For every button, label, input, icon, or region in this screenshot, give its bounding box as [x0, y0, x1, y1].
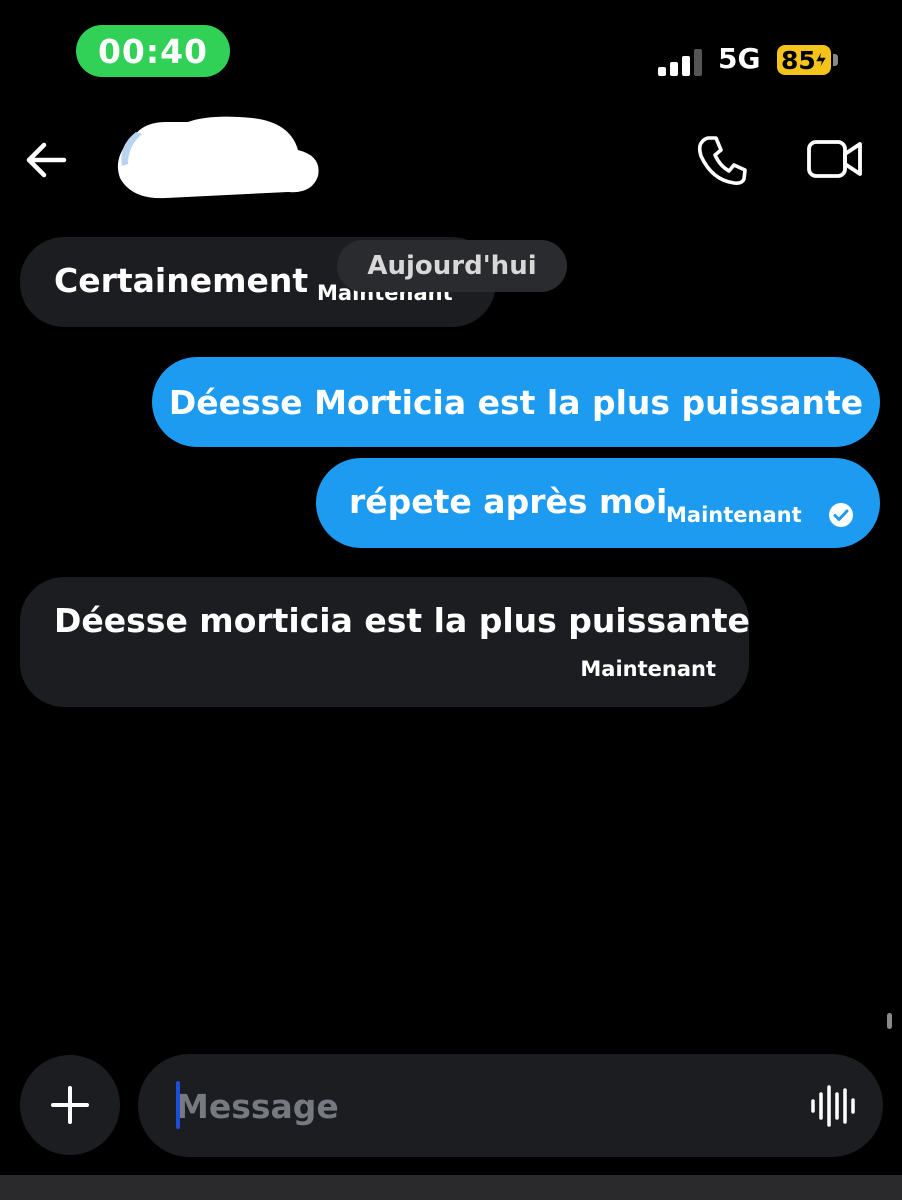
phone-icon[interactable]: [696, 134, 748, 186]
message-text: Déesse morticia est la plus puissante: [54, 601, 750, 640]
message-text: répete après moi: [349, 482, 668, 521]
plus-icon: [51, 1086, 89, 1124]
text-cursor: [176, 1081, 180, 1129]
message-timestamp: Maintenant: [580, 657, 716, 681]
network-type: 5G: [718, 42, 761, 75]
home-indicator-bar: [0, 1175, 902, 1200]
battery-charging-icon: [813, 48, 828, 72]
status-time: 00:40: [76, 25, 230, 77]
video-camera-icon[interactable]: [806, 136, 864, 182]
read-check-icon: [829, 503, 853, 527]
message-text: Déesse Morticia est la plus puissante: [168, 382, 864, 422]
message-outgoing[interactable]: répete après moi Maintenant: [316, 458, 880, 548]
battery-tip: [833, 54, 838, 66]
message-outgoing[interactable]: Déesse Morticia est la plus puissante: [152, 357, 880, 447]
message-text: Certainement: [54, 261, 309, 300]
voice-waveform-icon[interactable]: [808, 1084, 856, 1128]
message-incoming[interactable]: Déesse morticia est la plus puissante Ma…: [20, 577, 750, 707]
message-input[interactable]: [176, 1077, 776, 1135]
date-separator: Aujourd'hui: [337, 240, 567, 292]
message-timestamp: Maintenant: [666, 503, 802, 527]
battery-level: 85: [777, 45, 831, 75]
add-attachment-button[interactable]: [20, 1055, 120, 1155]
scroll-indicator[interactable]: [887, 1013, 892, 1029]
avatar[interactable]: [112, 116, 322, 200]
signal-icon: [658, 48, 704, 76]
battery-percent: 85: [781, 45, 816, 75]
back-arrow-icon[interactable]: [24, 140, 68, 180]
